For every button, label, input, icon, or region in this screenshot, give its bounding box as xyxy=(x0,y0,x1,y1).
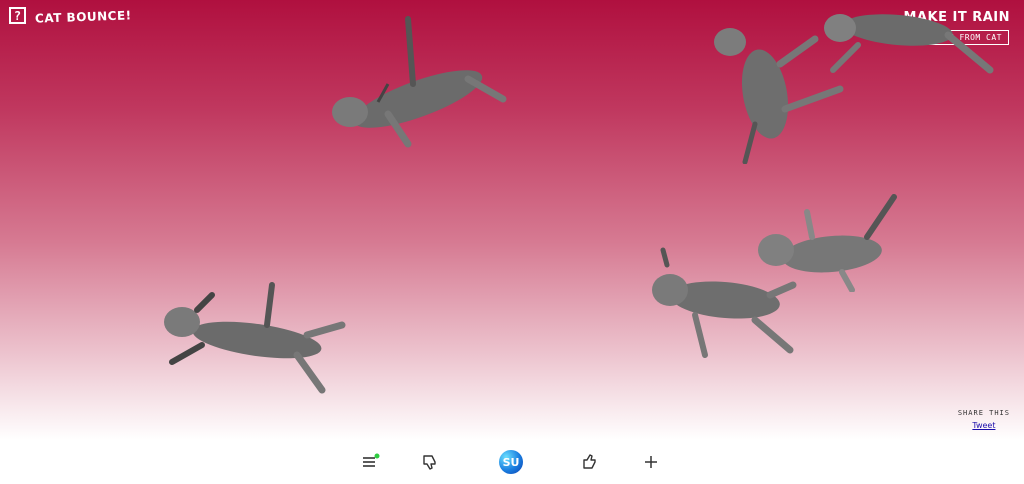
menu-button[interactable] xyxy=(358,450,382,474)
menu-icon xyxy=(363,453,380,467)
plus-icon xyxy=(645,456,657,468)
thumbs-up-icon xyxy=(583,454,596,469)
help-button[interactable]: ? xyxy=(9,7,26,24)
tweet-link[interactable]: Tweet xyxy=(958,421,1010,430)
stumbleupon-icon[interactable]: SU xyxy=(499,450,523,474)
add-button[interactable] xyxy=(639,450,663,474)
site-logo[interactable]: CAT BOUNCE! xyxy=(35,8,132,25)
like-button[interactable] xyxy=(578,450,602,474)
cat-1[interactable] xyxy=(318,14,513,149)
thumbs-down-icon xyxy=(423,455,436,470)
cat-6[interactable] xyxy=(752,192,900,292)
dislike-button[interactable] xyxy=(418,450,442,474)
cat-3[interactable] xyxy=(818,0,998,80)
cat-stage: ? CAT BOUNCE! MAKE IT RAIN ✉ MESSAGE FRO… xyxy=(0,0,1024,440)
share-label: SHARE THIS xyxy=(957,409,1010,417)
cat-4[interactable] xyxy=(157,280,347,400)
share-panel: SHARE THIS Tweet xyxy=(958,409,1010,430)
